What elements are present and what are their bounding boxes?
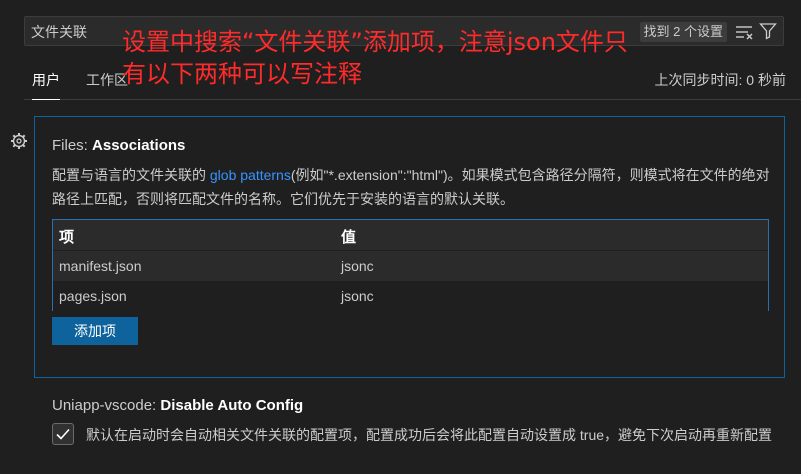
setting-title: Files: Associations xyxy=(52,137,185,154)
row-item: manifest.json xyxy=(59,258,142,274)
disable-auto-config-checkbox[interactable] xyxy=(52,423,74,445)
row-item: pages.json xyxy=(59,288,127,304)
search-result-count: 找到 2 个设置 xyxy=(639,22,727,42)
filter-funnel-icon[interactable] xyxy=(759,22,777,40)
header-item: 项 xyxy=(59,229,75,246)
setting-name: Disable Auto Config xyxy=(160,397,304,414)
clear-filter-list-icon[interactable] xyxy=(735,23,753,41)
last-sync-time: 上次同步时间: 0 秒前 xyxy=(654,72,786,88)
checkmark-icon xyxy=(56,428,70,440)
gear-icon[interactable] xyxy=(10,132,28,150)
tab-workspace[interactable]: 工作区 xyxy=(86,70,128,100)
table-row[interactable]: manifest.json jsonc xyxy=(53,251,768,281)
table-header-row: 项 值 xyxy=(53,220,768,250)
settings-search-input[interactable] xyxy=(31,22,591,42)
tab-user[interactable]: 用户 xyxy=(32,70,60,100)
associations-table: 项 值 manifest.json jsonc pages.json jsonc xyxy=(52,219,769,311)
setting-disable-auto-config-title: Uniapp-vscode: Disable Auto Config xyxy=(52,397,303,414)
setting-description: 配置与语言的文件关联的 glob patterns(例如"*.extension… xyxy=(52,163,772,211)
glob-patterns-link[interactable]: glob patterns xyxy=(210,167,291,183)
setting-category: Uniapp-vscode: xyxy=(52,397,161,414)
setting-name: Associations xyxy=(92,137,186,154)
row-value: jsonc xyxy=(341,288,374,304)
settings-search-bar: 找到 2 个设置 xyxy=(24,16,784,46)
setting-files-associations: Files: Associations 配置与语言的文件关联的 glob pat… xyxy=(34,116,785,378)
row-value: jsonc xyxy=(341,258,374,274)
setting-desc-prefix: 配置与语言的文件关联的 xyxy=(52,167,210,183)
setting-category: Files: xyxy=(52,137,93,154)
settings-scope-tabs: 用户 工作区 上次同步时间: 0 秒前 xyxy=(24,64,801,100)
table-row[interactable]: pages.json jsonc xyxy=(53,281,768,311)
setting-disable-auto-config-desc: 默认在启动时会自动相关文件关联的配置项，配置成功后会将此配置自动设置成 true… xyxy=(86,427,773,443)
header-value: 值 xyxy=(341,229,357,246)
add-item-button[interactable]: 添加项 xyxy=(52,317,138,345)
